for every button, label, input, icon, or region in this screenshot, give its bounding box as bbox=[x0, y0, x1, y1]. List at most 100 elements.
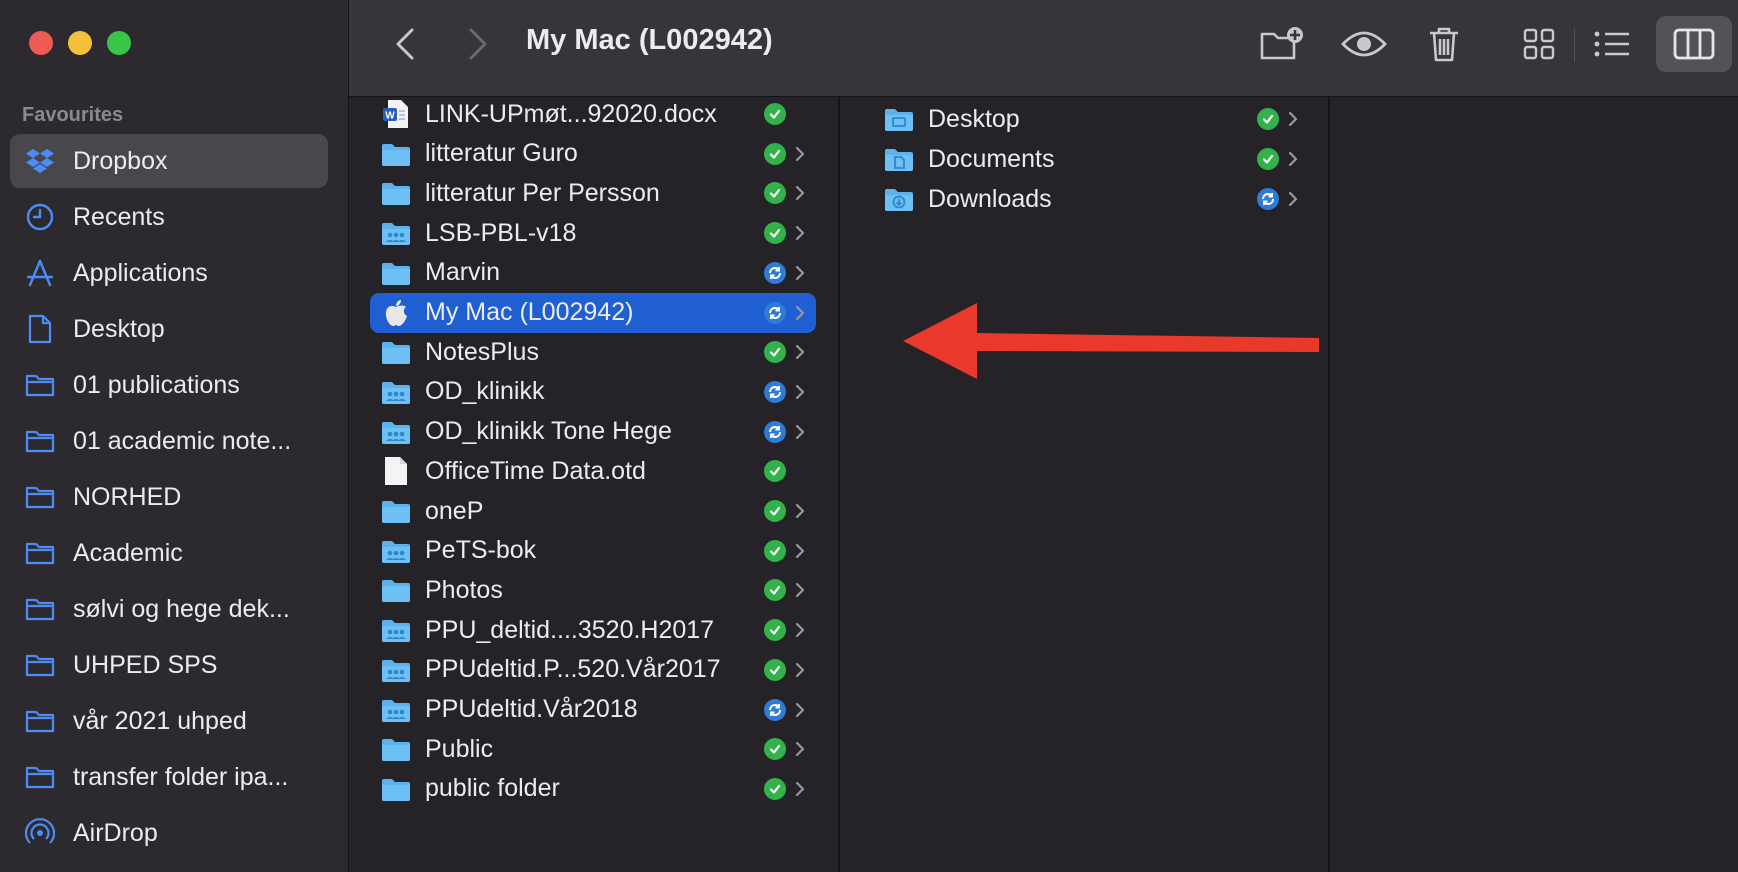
file-row-litteratur-guro[interactable]: litteratur Guro bbox=[370, 134, 816, 174]
file-row-my-mac-l002942[interactable]: My Mac (L002942) bbox=[370, 292, 816, 333]
clock-icon bbox=[25, 202, 55, 232]
sidebar-item-label: transfer folder ipa... bbox=[73, 762, 289, 791]
folder-icon bbox=[381, 496, 411, 526]
chevron-right-icon bbox=[794, 780, 806, 798]
sidebar-item-label: Academic bbox=[73, 538, 183, 567]
sidebar-item-label: Desktop bbox=[73, 314, 165, 343]
file-name: Desktop bbox=[928, 104, 1020, 133]
sidebar-item-norhed[interactable]: NORHED bbox=[10, 470, 328, 524]
file-row-photos[interactable]: Photos bbox=[370, 570, 816, 610]
chevron-right-icon bbox=[1287, 110, 1299, 128]
synced-icon bbox=[1257, 108, 1279, 130]
synced-icon bbox=[764, 222, 786, 245]
sidebar-item-dropbox[interactable]: Dropbox bbox=[10, 134, 328, 188]
synced-icon bbox=[764, 103, 786, 125]
file-icon bbox=[381, 456, 411, 486]
file-row-downloads[interactable]: Downloads bbox=[873, 179, 1309, 219]
file-name: oneP bbox=[425, 496, 484, 525]
chevron-right-icon bbox=[794, 423, 806, 441]
chevron-right-icon bbox=[1287, 190, 1299, 208]
file-row-pets-bok[interactable]: PeTS-bok bbox=[370, 531, 816, 571]
column-browser-pane-3[interactable] bbox=[1330, 97, 1738, 872]
file-row-lsb-pbl-v18[interactable]: LSB-PBL-v18 bbox=[370, 213, 816, 253]
file-row-documents[interactable]: Documents bbox=[873, 139, 1309, 179]
folder-icon bbox=[381, 774, 411, 804]
sidebar-item-transfer-folder-ipa[interactable]: transfer folder ipa... bbox=[10, 750, 328, 804]
document-icon bbox=[25, 314, 55, 344]
chevron-right-icon bbox=[794, 661, 806, 679]
chevron-right-icon bbox=[469, 28, 487, 60]
file-row-public[interactable]: Public bbox=[370, 729, 816, 769]
synced-icon bbox=[764, 341, 786, 364]
syncing-icon bbox=[764, 380, 786, 403]
sidebar-item-s-lvi-og-hege-dek[interactable]: sølvi og hege dek... bbox=[10, 582, 328, 636]
sidebar-item-recents[interactable]: Recents bbox=[10, 190, 328, 244]
file-row-link-upm-t-92020-docx[interactable]: W LINK-UPmøt...92020.docx bbox=[370, 97, 816, 134]
sidebar-item-applications[interactable]: Applications bbox=[10, 246, 328, 300]
file-row-desktop[interactable]: Desktop bbox=[873, 99, 1309, 139]
file-name: public folder bbox=[425, 774, 560, 803]
file-row-onep[interactable]: oneP bbox=[370, 491, 816, 531]
folder-icon bbox=[381, 139, 411, 169]
synced-icon bbox=[764, 579, 786, 602]
list-view-button[interactable] bbox=[1586, 20, 1638, 68]
shared-icon bbox=[381, 655, 411, 685]
syncing-icon bbox=[1257, 188, 1279, 210]
file-row-notesplus[interactable]: NotesPlus bbox=[370, 332, 816, 372]
folder-icon bbox=[25, 370, 55, 400]
minimize-window-button[interactable] bbox=[68, 31, 92, 55]
close-window-button[interactable] bbox=[29, 31, 53, 55]
file-row-od-klinikk[interactable]: OD_klinikk bbox=[370, 372, 816, 412]
sidebar-item-label: NORHED bbox=[73, 482, 182, 511]
file-row-public-folder[interactable]: public folder bbox=[370, 769, 816, 809]
file-name: OD_klinikk bbox=[425, 377, 545, 406]
chevron-right-icon bbox=[794, 264, 806, 282]
chevron-right-icon bbox=[794, 145, 806, 163]
sidebar-item-v-r-2021-uhped[interactable]: vår 2021 uhped bbox=[10, 694, 328, 748]
list-icon bbox=[1594, 31, 1629, 57]
synced-icon bbox=[764, 658, 786, 681]
folder-icon bbox=[381, 178, 411, 208]
forward-button[interactable] bbox=[458, 24, 498, 64]
file-row-od-klinikk-tone-hege[interactable]: OD_klinikk Tone Hege bbox=[370, 412, 816, 452]
synced-icon bbox=[764, 738, 786, 761]
file-row-ppudeltid-v-r2018[interactable]: PPUdeltid.Vår2018 bbox=[370, 690, 816, 730]
file-row-marvin[interactable]: Marvin bbox=[370, 253, 816, 293]
column-view-button[interactable] bbox=[1656, 16, 1732, 72]
sidebar-list: Dropbox Recents Applications Desktop 01 publ… bbox=[10, 134, 328, 862]
documents-icon bbox=[884, 144, 914, 174]
file-name: Documents bbox=[928, 144, 1055, 173]
file-row-litteratur-per-persson[interactable]: litteratur Per Persson bbox=[370, 173, 816, 213]
file-row-officetime-data-otd[interactable]: OfficeTime Data.otd bbox=[370, 451, 816, 491]
zoom-window-button[interactable] bbox=[107, 31, 131, 55]
sidebar-item-academic[interactable]: Academic bbox=[10, 526, 328, 580]
folder-icon bbox=[381, 258, 411, 288]
sidebar-item-label: Recents bbox=[73, 202, 165, 231]
quick-look-button[interactable] bbox=[1338, 20, 1390, 68]
chevron-right-icon bbox=[794, 581, 806, 599]
back-button[interactable] bbox=[385, 24, 425, 64]
sidebar-item-uhped-sps[interactable]: UHPED SPS bbox=[10, 638, 328, 692]
sidebar-section-title: Favourites bbox=[22, 104, 124, 126]
column-browser-pane-1[interactable]: W LINK-UPmøt...92020.docx litteratur Guro l… bbox=[349, 97, 840, 872]
sidebar-item-01-publications[interactable]: 01 publications bbox=[10, 358, 328, 412]
trash-button[interactable] bbox=[1418, 20, 1470, 68]
sidebar-item-label: sølvi og hege dek... bbox=[73, 594, 290, 623]
toolbar: My Mac (L002942) bbox=[349, 0, 1738, 97]
chevron-right-icon bbox=[794, 224, 806, 242]
file-name: PPUdeltid.P...520.Vår2017 bbox=[425, 655, 721, 684]
sidebar-item-01-academic-note[interactable]: 01 academic note... bbox=[10, 414, 328, 468]
sidebar-item-desktop[interactable]: Desktop bbox=[10, 302, 328, 356]
column-browser-pane-2[interactable]: Desktop Documents Downloads bbox=[840, 97, 1330, 872]
folder-icon bbox=[381, 734, 411, 764]
file-name: Marvin bbox=[425, 258, 501, 287]
word-icon: W bbox=[381, 99, 411, 129]
icon-view-button[interactable] bbox=[1513, 20, 1565, 68]
chevron-right-icon bbox=[794, 701, 806, 719]
new-folder-button[interactable] bbox=[1256, 20, 1308, 68]
chevron-left-icon bbox=[396, 28, 414, 60]
sidebar-item-airdrop[interactable]: AirDrop bbox=[10, 806, 328, 860]
folder-icon bbox=[25, 762, 55, 792]
file-row-ppudeltid-p-520-v-r2017[interactable]: PPUdeltid.P...520.Vår2017 bbox=[370, 650, 816, 690]
file-row-ppu-deltid-3520-h2017[interactable]: PPU_deltid....3520.H2017 bbox=[370, 610, 816, 650]
